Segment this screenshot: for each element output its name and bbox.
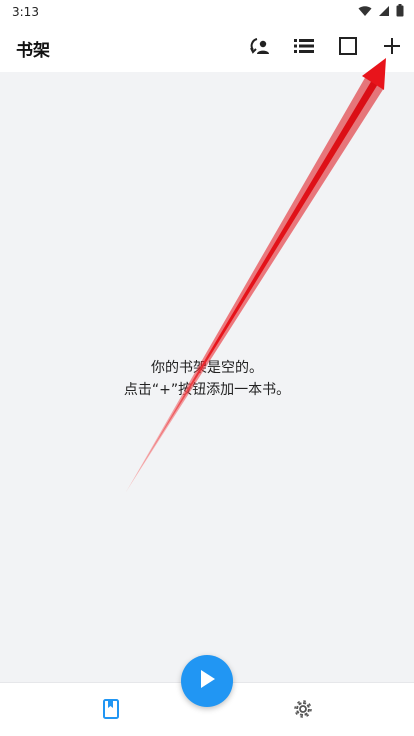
- bookshelf-content: 你的书架是空的。 点击“+”按钮添加一本书。: [0, 72, 414, 682]
- app-bar-actions: [238, 24, 414, 72]
- battery-icon: [396, 4, 404, 20]
- bookshelf-icon: [103, 699, 119, 723]
- status-bar: 3:13: [0, 0, 414, 24]
- page-title: 书架: [16, 40, 50, 61]
- app-bar: 书架: [0, 24, 414, 72]
- select-square-icon: [339, 37, 357, 59]
- nav-settings[interactable]: [289, 697, 317, 725]
- add-icon: [383, 37, 401, 59]
- empty-message-line1: 你的书架是空的。: [151, 360, 263, 376]
- add-button[interactable]: [370, 24, 414, 72]
- settings-icon: [293, 699, 313, 723]
- refresh-user-icon: [249, 35, 271, 61]
- status-icons: [358, 4, 404, 20]
- play-button[interactable]: [181, 655, 233, 707]
- wifi-icon: [358, 5, 372, 20]
- list-view-button[interactable]: [282, 24, 326, 72]
- status-time: 3:13: [12, 5, 39, 19]
- sync-user-button[interactable]: [238, 24, 282, 72]
- play-icon: [198, 669, 216, 693]
- nav-bookshelf[interactable]: [97, 697, 125, 725]
- empty-message-line2: 点击“+”按钮添加一本书。: [123, 382, 291, 398]
- select-button[interactable]: [326, 24, 370, 72]
- list-view-icon: [294, 38, 314, 58]
- signal-icon: [378, 5, 390, 20]
